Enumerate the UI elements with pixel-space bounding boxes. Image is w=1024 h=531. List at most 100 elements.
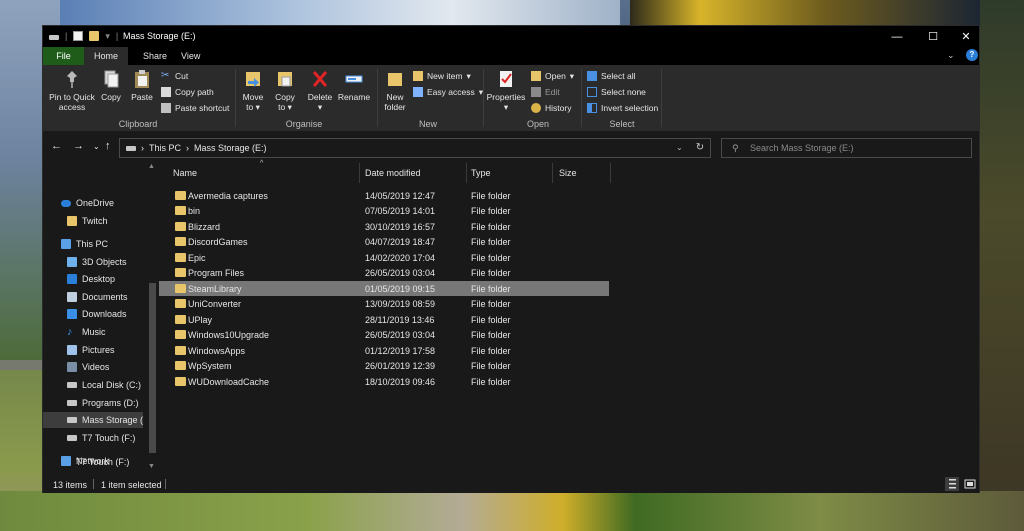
explorer-window: | ▾ | Mass Storage (E:) — ☐ ✕ File Home … xyxy=(42,25,980,493)
nav-item-network[interactable]: Network xyxy=(43,453,143,469)
new-item-button[interactable]: New item ▾ xyxy=(413,69,471,83)
column-header-name[interactable]: Name xyxy=(173,163,359,183)
column-divider[interactable] xyxy=(359,163,360,183)
file-date: 30/10/2019 16:57 xyxy=(365,221,436,232)
large-icons-view-icon[interactable] xyxy=(963,477,977,491)
nav-item-onedrive[interactable]: OneDrive xyxy=(43,195,143,211)
up-button[interactable]: ↑ xyxy=(105,140,111,152)
new-folder-icon[interactable] xyxy=(89,31,100,41)
open-button[interactable]: Open ▾ xyxy=(531,69,574,83)
paste-button[interactable]: Paste xyxy=(129,69,155,102)
table-row[interactable]: WpSystem 26/01/2019 12:39 File folder xyxy=(159,358,609,373)
chevron-down-icon[interactable]: ⌄ xyxy=(676,143,683,152)
move-to-button[interactable]: Move to ▾ xyxy=(239,69,267,112)
nav-item-documents[interactable]: Documents xyxy=(43,289,143,305)
table-row[interactable]: Blizzard 30/10/2019 16:57 File folder xyxy=(159,219,609,234)
nav-item-desktop[interactable]: Desktop xyxy=(43,271,143,287)
nav-item-this-pc[interactable]: This PC xyxy=(43,236,143,252)
invert-selection-button[interactable]: Invert selection xyxy=(587,101,658,115)
properties-button[interactable]: Properties ▾ xyxy=(485,69,527,112)
nav-item-mass-storage-e[interactable]: Mass Storage (E:) xyxy=(43,412,143,428)
customize-toolbar-icon[interactable]: ▾ xyxy=(105,31,110,42)
select-all-button[interactable]: Select all xyxy=(587,69,636,83)
new-folder-button[interactable]: New folder xyxy=(381,69,409,112)
tab-file[interactable]: File xyxy=(43,47,84,65)
table-row[interactable]: DiscordGames 04/07/2019 18:47 File folde… xyxy=(159,234,609,249)
nav-item-twitch[interactable]: Twitch xyxy=(43,213,143,229)
recent-locations-button[interactable]: ⌄ xyxy=(93,142,100,151)
history-button[interactable]: History xyxy=(531,101,571,115)
status-divider xyxy=(165,479,166,489)
copy-button[interactable]: Copy xyxy=(99,69,123,102)
column-divider[interactable] xyxy=(466,163,467,183)
properties-icon[interactable] xyxy=(73,31,84,41)
nav-item-downloads[interactable]: Downloads xyxy=(43,306,143,322)
column-divider[interactable] xyxy=(552,163,553,183)
rename-icon xyxy=(345,75,363,83)
table-row-selected[interactable]: SteamLibrary 01/05/2019 09:15 File folde… xyxy=(159,281,609,296)
edit-button[interactable]: Edit xyxy=(531,85,560,99)
table-row[interactable]: bin 07/05/2019 14:01 File folder xyxy=(159,203,609,218)
nav-item-3d-objects[interactable]: 3D Objects xyxy=(43,254,143,270)
navigation-scrollbar[interactable]: ▲ ▼ xyxy=(146,163,158,473)
search-input[interactable] xyxy=(750,141,960,155)
table-row[interactable]: Avermedia captures 14/05/2019 12:47 File… xyxy=(159,188,609,203)
navigation-pane: OneDrive Twitch This PC 3D Objects Deskt… xyxy=(43,163,147,473)
rename-button[interactable]: Rename xyxy=(337,69,371,102)
forward-button[interactable]: → xyxy=(73,140,84,152)
paste-shortcut-button[interactable]: Paste shortcut xyxy=(161,101,229,115)
table-row[interactable]: WindowsApps 01/12/2019 17:58 File folder xyxy=(159,343,609,358)
copy-to-button[interactable]: Copy to ▾ xyxy=(271,69,299,112)
details-view-icon[interactable] xyxy=(945,477,959,491)
nav-item-pictures[interactable]: Pictures xyxy=(43,342,143,358)
tab-home[interactable]: Home xyxy=(84,47,128,65)
column-header-size[interactable]: Size xyxy=(559,163,609,183)
column-header-date-modified[interactable]: Date modified xyxy=(365,163,465,183)
breadcrumb-separator: › xyxy=(141,143,144,153)
tab-view[interactable]: View xyxy=(171,47,210,65)
folder-icon xyxy=(67,216,77,226)
chevron-down-icon[interactable]: ⌄ xyxy=(947,50,955,61)
breadcrumb-mass-storage[interactable]: Mass Storage (E:) xyxy=(194,143,267,153)
scrollbar-thumb[interactable] xyxy=(149,283,156,453)
close-button[interactable]: ✕ xyxy=(948,26,984,47)
open-label: Open xyxy=(545,71,566,81)
column-header-type[interactable]: Type xyxy=(471,163,551,183)
nav-label: This PC xyxy=(76,239,109,249)
file-date: 01/05/2019 09:15 xyxy=(365,283,436,294)
wallpaper-ground xyxy=(0,491,1024,531)
help-icon[interactable]: ? xyxy=(966,49,978,61)
table-row[interactable]: Epic 14/02/2020 17:04 File folder xyxy=(159,250,609,265)
table-row[interactable]: UPlay 28/11/2019 13:46 File folder xyxy=(159,312,609,327)
delete-button[interactable]: Delete ▾ xyxy=(305,69,335,112)
copy-path-button[interactable]: Copy path xyxy=(161,85,214,99)
file-date: 26/01/2019 12:39 xyxy=(365,360,436,371)
nav-item-local-disk-c[interactable]: Local Disk (C:) xyxy=(43,377,143,393)
back-button[interactable]: ← xyxy=(51,140,62,152)
edit-icon xyxy=(531,87,541,97)
cut-button[interactable]: ✂ Cut xyxy=(161,69,188,83)
maximize-button[interactable]: ☐ xyxy=(915,26,951,47)
breadcrumb-this-pc[interactable]: This PC xyxy=(149,143,181,153)
table-row[interactable]: Windows10Upgrade 26/05/2019 03:04 File f… xyxy=(159,327,609,342)
scroll-down-icon[interactable]: ▼ xyxy=(148,463,155,470)
drive-icon xyxy=(49,35,59,40)
table-row[interactable]: WUDownloadCache 18/10/2019 09:46 File fo… xyxy=(159,374,609,389)
table-row[interactable]: UniConverter 13/09/2019 08:59 File folde… xyxy=(159,296,609,311)
address-bar[interactable]: › This PC › Mass Storage (E:) ⌄ xyxy=(119,138,711,158)
nav-item-t7-touch-f[interactable]: T7 Touch (F:) xyxy=(43,430,143,446)
minimize-button[interactable]: — xyxy=(879,26,915,47)
nav-item-videos[interactable]: Videos xyxy=(43,359,143,375)
easy-access-button[interactable]: Easy access ▾ xyxy=(413,85,483,99)
pin-to-quick-access-button[interactable]: Pin to Quick access xyxy=(47,69,97,112)
nav-item-music[interactable]: ♪ Music xyxy=(43,324,143,340)
video-icon xyxy=(67,362,77,372)
select-none-button[interactable]: Select none xyxy=(587,85,646,99)
table-row[interactable]: Program Files 26/05/2019 03:04 File fold… xyxy=(159,265,609,280)
nav-item-programs-d[interactable]: Programs (D:) xyxy=(43,395,143,411)
scroll-up-icon[interactable]: ▲ xyxy=(148,163,155,170)
title-bar[interactable]: | ▾ | Mass Storage (E:) — ☐ ✕ xyxy=(43,26,979,47)
column-divider[interactable] xyxy=(610,163,611,183)
search-box[interactable]: ⚲ xyxy=(721,138,972,158)
refresh-button[interactable]: ↻ xyxy=(689,142,711,162)
